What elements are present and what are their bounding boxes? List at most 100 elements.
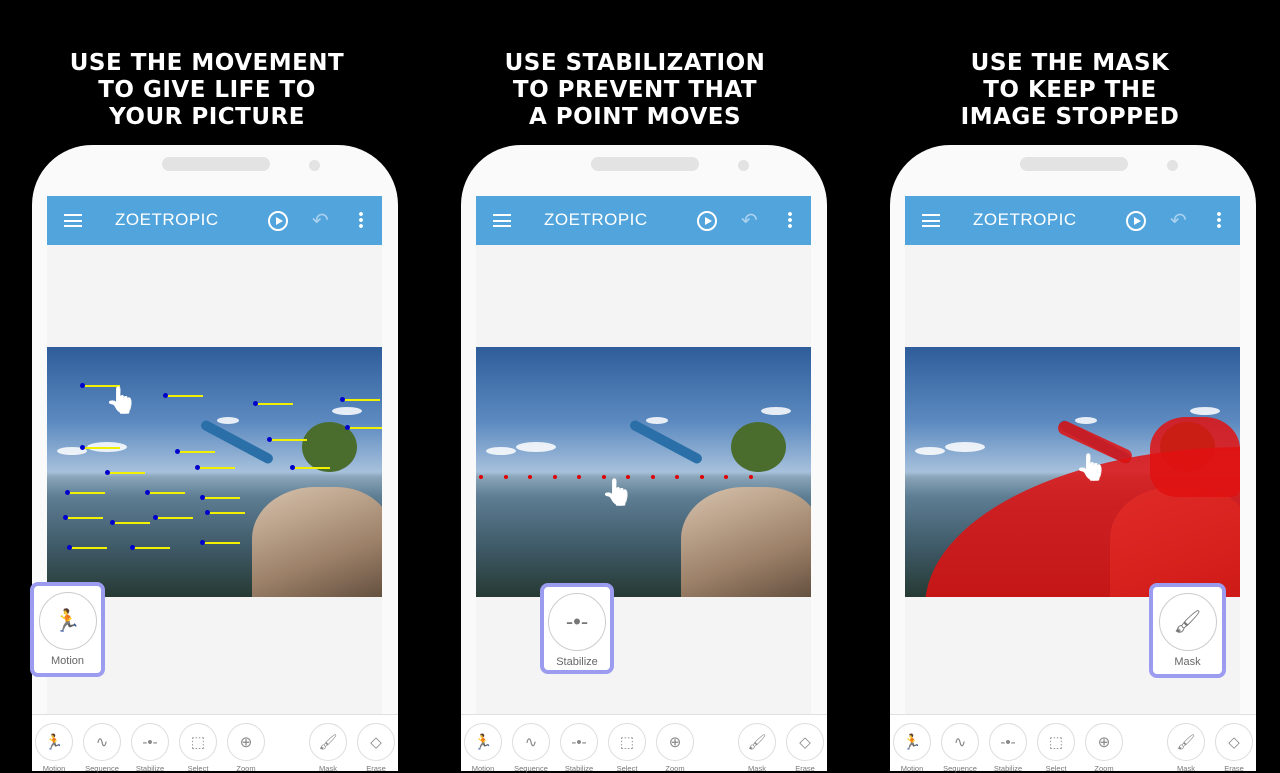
motion-point[interactable] — [205, 510, 210, 515]
tool-stabilize[interactable]: -•- Stabilize — [130, 723, 170, 773]
app-bar: ZOETROPIC ↶ — [47, 196, 382, 245]
app-title: ZOETROPIC — [115, 210, 219, 229]
motion-point[interactable] — [65, 490, 70, 495]
motion-point[interactable] — [200, 540, 205, 545]
motion-point[interactable] — [163, 393, 168, 398]
cloud — [516, 442, 556, 452]
stabilize-point[interactable] — [503, 475, 508, 479]
bottom-toolbar: 🏃 Motion ∿ Sequence -•- Stabilize ⬚ Select ⊕ Zoom… — [461, 714, 827, 773]
photo-canvas[interactable]: 👆 — [47, 347, 382, 597]
motion-point[interactable] — [80, 383, 85, 388]
tool-erase[interactable]: ◇ Erase — [356, 723, 396, 773]
motion-point[interactable] — [345, 425, 350, 430]
highlighted-tool-motion[interactable]: 🏃 Motion — [30, 582, 105, 677]
app-title: ZOETROPIC — [973, 210, 1077, 229]
tool-motion[interactable]: 🏃 Motion — [34, 723, 74, 773]
app-title: ZOETROPIC — [544, 210, 648, 229]
motion-point[interactable] — [105, 470, 110, 475]
motion-arrow — [255, 403, 293, 405]
sequence-icon: ∿ — [941, 723, 979, 761]
tool-zoom[interactable]: ⊕ Zoom — [1084, 723, 1124, 773]
stabilize-point[interactable] — [675, 475, 679, 479]
tool-erase[interactable]: ◇ Erase — [1214, 723, 1254, 773]
brush-icon: 🖌 — [1158, 593, 1217, 651]
motion-arrow — [342, 399, 380, 401]
motion-point[interactable] — [290, 465, 295, 470]
menu-icon[interactable] — [493, 214, 511, 227]
stabilize-point[interactable] — [699, 475, 704, 479]
motion-icon: 🏃 — [35, 723, 73, 761]
motion-point[interactable] — [267, 437, 272, 442]
stabilize-point[interactable] — [724, 475, 728, 479]
sequence-icon: ∿ — [83, 723, 121, 761]
more-options-icon[interactable] — [788, 211, 792, 229]
motion-arrow — [112, 522, 150, 524]
play-icon[interactable] — [1126, 211, 1146, 231]
tool-sequence[interactable]: ∿ Sequence — [82, 723, 122, 773]
tool-mask[interactable]: 🖌 Mask — [308, 723, 348, 773]
highlighted-tool-stabilize[interactable]: -•- Stabilize — [540, 583, 614, 674]
undo-icon[interactable]: ↶ — [1170, 208, 1187, 233]
more-options-icon[interactable] — [1217, 211, 1221, 229]
mask-region — [1150, 417, 1240, 497]
tool-zoom[interactable]: ⊕ Zoom — [655, 723, 695, 773]
play-icon[interactable] — [268, 211, 288, 231]
motion-arrow — [347, 427, 382, 429]
speaker — [591, 157, 699, 171]
motion-point[interactable] — [110, 520, 115, 525]
app-screen: ZOETROPIC ↶ 👆 🏃 Motion ∿ Sequence -•- Stabilize ⬚… — [32, 196, 398, 773]
zoom-icon: ⊕ — [227, 723, 265, 761]
stabilize-point[interactable] — [577, 475, 581, 479]
tool-select[interactable]: ⬚ Select — [178, 723, 218, 773]
motion-point[interactable] — [63, 515, 68, 520]
tool-mask[interactable]: 🖌 Mask — [737, 723, 777, 773]
tool-stabilize[interactable]: -•- Stabilize — [988, 723, 1028, 773]
stabilize-point[interactable] — [748, 475, 753, 479]
motion-point[interactable] — [195, 465, 200, 470]
motion-point[interactable] — [253, 401, 258, 406]
caption-line: IMAGE STOPPED — [960, 104, 1180, 130]
tool-select[interactable]: ⬚ Select — [1036, 723, 1076, 773]
front-camera — [738, 160, 749, 171]
brush-icon: 🖌 — [738, 723, 776, 761]
stabilize-point[interactable] — [528, 475, 532, 479]
stabilize-point[interactable] — [552, 475, 557, 479]
menu-icon[interactable] — [64, 214, 82, 227]
motion-arrow — [202, 542, 240, 544]
undo-icon[interactable]: ↶ — [741, 208, 758, 233]
motion-point[interactable] — [130, 545, 135, 550]
motion-point[interactable] — [340, 397, 345, 402]
tool-sequence[interactable]: ∿ Sequence — [940, 723, 980, 773]
sequence-icon: ∿ — [512, 723, 550, 761]
motion-arrow — [207, 512, 245, 514]
motion-point[interactable] — [67, 545, 72, 550]
tool-label: Zoom — [665, 764, 685, 773]
motion-point[interactable] — [153, 515, 158, 520]
motion-point[interactable] — [80, 445, 85, 450]
motion-point[interactable] — [145, 490, 150, 495]
undo-icon[interactable]: ↶ — [312, 208, 329, 233]
caption: USE STABILIZATION TO PREVENT THAT A POINT … — [420, 50, 850, 131]
hand-pointer-icon: 👆 — [1075, 452, 1108, 482]
stabilize-point[interactable] — [650, 475, 655, 479]
tool-motion[interactable]: 🏃 Motion — [892, 723, 932, 773]
tool-stabilize[interactable]: -•- Stabilize — [559, 723, 599, 773]
tool-zoom[interactable]: ⊕ Zoom — [226, 723, 266, 773]
tool-erase[interactable]: ◇ Erase — [785, 723, 825, 773]
photo-canvas[interactable]: 👆 — [476, 347, 811, 597]
motion-point[interactable] — [200, 495, 205, 500]
bottom-toolbar: 🏃 Motion ∿ Sequence -•- Stabilize ⬚ Select ⊕ Zoom… — [890, 714, 1256, 773]
caption-line: USE STABILIZATION — [504, 50, 766, 76]
stabilize-point[interactable] — [479, 475, 483, 479]
play-icon[interactable] — [697, 211, 717, 231]
menu-icon[interactable] — [922, 214, 940, 227]
highlighted-tool-mask[interactable]: 🖌 Mask — [1149, 583, 1226, 678]
tool-label: Erase — [366, 764, 386, 773]
photo-canvas[interactable]: 👆 — [905, 347, 1240, 597]
motion-point[interactable] — [175, 449, 180, 454]
tool-select[interactable]: ⬚ Select — [607, 723, 647, 773]
tool-mask[interactable]: 🖌 Mask — [1166, 723, 1206, 773]
tool-motion[interactable]: 🏃 Motion — [463, 723, 503, 773]
tool-sequence[interactable]: ∿ Sequence — [511, 723, 551, 773]
more-options-icon[interactable] — [359, 211, 363, 229]
